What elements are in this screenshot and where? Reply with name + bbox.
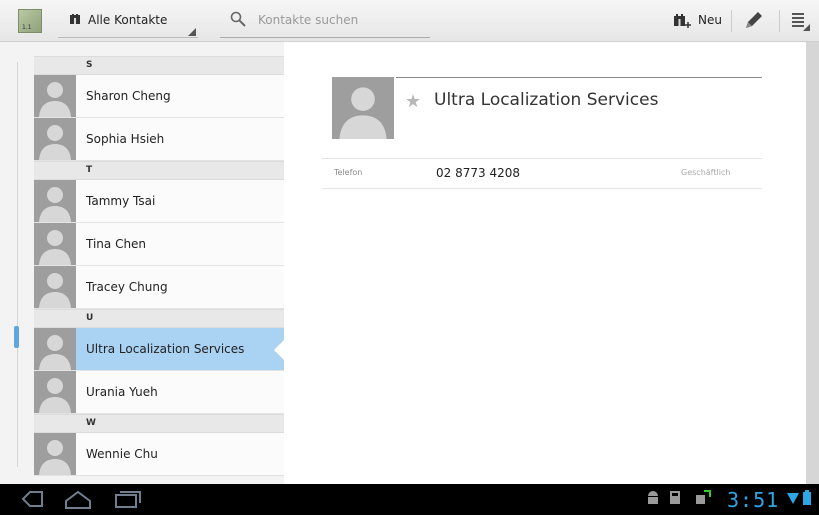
scroll-track <box>17 62 18 467</box>
avatar <box>34 75 76 117</box>
contact-row[interactable]: Tammy Tsai <box>34 180 284 223</box>
search-icon <box>230 11 246 27</box>
contact-name: Ultra Localization Services <box>434 90 659 110</box>
contact-filter-dropdown[interactable]: Alle Kontakte <box>58 6 198 38</box>
section-header: W <box>34 414 284 433</box>
home-icon[interactable] <box>64 489 92 509</box>
system-bar: 3:51 <box>0 484 819 515</box>
clock: 3:51 <box>727 488 780 512</box>
contact-row-selected[interactable]: Ultra Localization Services <box>34 328 285 371</box>
overflow-menu-button[interactable] <box>790 10 810 32</box>
wifi-icon <box>787 493 799 504</box>
section-header: U <box>34 309 284 328</box>
contact-name: Tracey Chung <box>86 280 168 294</box>
panel-edge <box>806 42 819 484</box>
add-contact-icon <box>674 14 691 28</box>
fast-scroll-thumb[interactable] <box>14 326 19 348</box>
contact-row[interactable]: Tracey Chung <box>34 266 284 309</box>
avatar <box>34 180 76 222</box>
contact-list: S Sharon Cheng Sophia Hsieh T Tammy Tsai Tina… <box>34 56 285 476</box>
default-avatar-icon <box>39 187 71 222</box>
contact-row[interactable]: Tina Chen <box>34 223 284 266</box>
contact-name: Tina Chen <box>86 237 147 251</box>
default-avatar-icon <box>39 335 71 370</box>
divider <box>779 10 780 32</box>
default-avatar-icon <box>39 273 71 308</box>
default-avatar-icon <box>39 230 71 265</box>
notification-icon <box>696 490 711 504</box>
name-underline <box>396 77 762 78</box>
contact-row[interactable]: Urania Yueh <box>34 371 284 414</box>
avatar <box>34 266 76 308</box>
default-avatar-icon <box>39 82 71 117</box>
avatar <box>34 433 76 475</box>
contacts-book-icon <box>70 14 80 24</box>
storage-icon <box>670 491 680 504</box>
contacts-app-icon[interactable]: 1.1 <box>18 9 42 33</box>
contact-row[interactable]: Wennie Chu <box>34 433 284 476</box>
search-field[interactable]: Kontakte suchen <box>220 6 430 38</box>
new-contact-button[interactable]: Neu <box>672 6 728 36</box>
action-bar: 1.1 Alle Kontakte Kontakte suchen Neu <box>0 0 819 42</box>
divider <box>731 10 732 32</box>
phone-row[interactable]: Telefon 02 8773 4208 Geschäftlich <box>322 158 762 189</box>
avatar <box>34 328 76 370</box>
default-avatar-icon <box>39 125 71 160</box>
avatar <box>34 371 76 413</box>
back-icon[interactable] <box>20 489 44 509</box>
section-header: T <box>34 161 284 180</box>
star-icon[interactable]: ★ <box>405 91 421 112</box>
contact-list-panel: S Sharon Cheng Sophia Hsieh T Tammy Tsai Tina… <box>0 42 296 484</box>
default-avatar-icon <box>339 87 387 139</box>
contact-name: Sophia Hsieh <box>86 132 165 146</box>
new-button-label: Neu <box>698 13 722 27</box>
default-avatar-icon <box>39 378 71 413</box>
section-header: S <box>34 56 284 75</box>
avatar <box>34 118 76 160</box>
battery-icon <box>803 490 811 505</box>
contact-detail-panel: ★ Ultra Localization Services Telefon 02… <box>284 42 806 484</box>
contact-name: Wennie Chu <box>86 447 158 461</box>
contact-row[interactable]: Sharon Cheng <box>34 75 284 118</box>
dropdown-corner-icon <box>188 28 196 36</box>
edit-button[interactable] <box>742 8 766 32</box>
phone-type-label: Geschäftlich <box>681 168 731 177</box>
search-placeholder: Kontakte suchen <box>258 13 359 27</box>
android-debug-icon <box>648 491 658 504</box>
contact-name: Sharon Cheng <box>86 89 171 103</box>
phone-number: 02 8773 4208 <box>436 166 520 180</box>
avatar <box>34 223 76 265</box>
phone-kind-label: Telefon <box>334 168 363 177</box>
filter-label: Alle Kontakte <box>88 13 168 27</box>
contact-row[interactable]: Sophia Hsieh <box>34 118 284 161</box>
contact-name: Tammy Tsai <box>86 194 156 208</box>
recent-apps-icon[interactable] <box>114 489 142 509</box>
contact-name: Ultra Localization Services <box>86 342 245 356</box>
contact-name: Urania Yueh <box>86 385 158 399</box>
menu-icon <box>792 13 810 31</box>
contact-photo[interactable] <box>332 77 394 139</box>
pencil-icon <box>746 12 762 28</box>
default-avatar-icon <box>39 440 71 475</box>
